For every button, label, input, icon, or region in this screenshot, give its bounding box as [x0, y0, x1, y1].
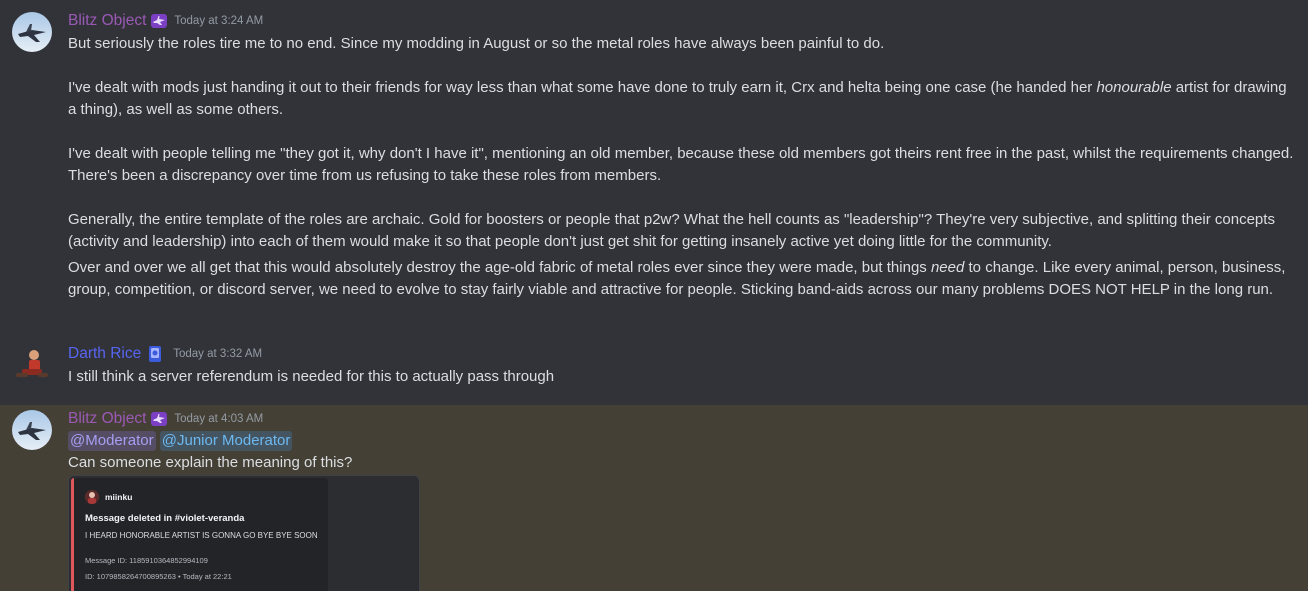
message-header: Darth Rice Today at 3:32 AM: [68, 343, 262, 365]
username[interactable]: Darth Rice: [68, 343, 141, 365]
embed-description: I HEARD HONORABLE ARTIST IS GONNA GO BYE…: [85, 531, 318, 540]
chat-messages: Blitz Object Today at 3:24 AM But seriou…: [0, 0, 1308, 591]
paragraph-5-italic: need: [930, 259, 965, 276]
message-1: Blitz Object Today at 3:24 AM But seriou…: [0, 0, 1308, 330]
paragraph-5-start: Over and over we all get that this would…: [68, 259, 931, 276]
message-text: I still think a server referendum is nee…: [68, 368, 555, 385]
mentions-line: @Moderator @Junior Moderator: [68, 430, 1298, 452]
message-content: I still think a server referendum is nee…: [68, 366, 1298, 388]
timestamp[interactable]: Today at 4:03 AM: [174, 408, 263, 430]
blue-card-role-icon: [146, 345, 164, 363]
message-header: Blitz Object Today at 3:24 AM: [68, 10, 263, 32]
embed-footer: ID: 1079858264700895263 • Today at 22:21: [85, 572, 232, 581]
paragraph-4: Generally, the entire template of the ro…: [68, 211, 1275, 250]
embed-author-avatar: [85, 490, 99, 504]
paragraph-3: I've dealt with people telling me "they …: [68, 145, 1294, 184]
embedded-image-attachment[interactable]: miinku Message deleted in #violet-verand…: [68, 475, 420, 591]
mention-junior-moderator[interactable]: @Junior Moderator: [159, 431, 293, 451]
purple-plane-role-icon: [150, 12, 168, 30]
paragraph-1: But seriously the roles tire me to no en…: [68, 35, 885, 52]
message-content: But seriously the roles tire me to no en…: [68, 33, 1298, 301]
message-text: Can someone explain the meaning of this?: [68, 454, 353, 471]
mention-moderator[interactable]: @Moderator: [68, 431, 156, 451]
embed-author: miinku: [85, 490, 132, 504]
paragraph-2-start: I've dealt with mods just handing it out…: [68, 79, 1097, 96]
avatar-blitz-object[interactable]: [12, 410, 52, 450]
username[interactable]: Blitz Object: [68, 408, 146, 430]
embed-message-id: Message ID: 1185910364852994109: [85, 556, 208, 565]
username[interactable]: Blitz Object: [68, 10, 146, 32]
message-2: Darth Rice Today at 3:32 AM I still thin…: [0, 335, 1308, 405]
paragraph-2: I've dealt with mods just handing it out…: [68, 77, 1298, 121]
avatar-darth-rice[interactable]: [12, 345, 52, 385]
message-header: Blitz Object Today at 4:03 AM: [68, 408, 263, 430]
timestamp[interactable]: Today at 3:24 AM: [174, 10, 263, 32]
purple-plane-role-icon: [150, 410, 168, 428]
timestamp[interactable]: Today at 3:32 AM: [173, 343, 262, 365]
avatar-blitz-object[interactable]: [12, 12, 52, 52]
message-content: @Moderator @Junior Moderator Can someone…: [68, 430, 1298, 474]
deleted-message-log-embed: miinku Message deleted in #violet-verand…: [71, 478, 328, 591]
paragraph-5: Over and over we all get that this would…: [68, 257, 1298, 301]
embed-title: Message deleted in #violet-veranda: [85, 513, 245, 524]
embed-author-name: miinku: [105, 492, 133, 502]
message-3-mention-highlight: Blitz Object Today at 4:03 AM @Moderator…: [0, 405, 1308, 591]
paragraph-2-italic: honourable: [1096, 79, 1172, 96]
